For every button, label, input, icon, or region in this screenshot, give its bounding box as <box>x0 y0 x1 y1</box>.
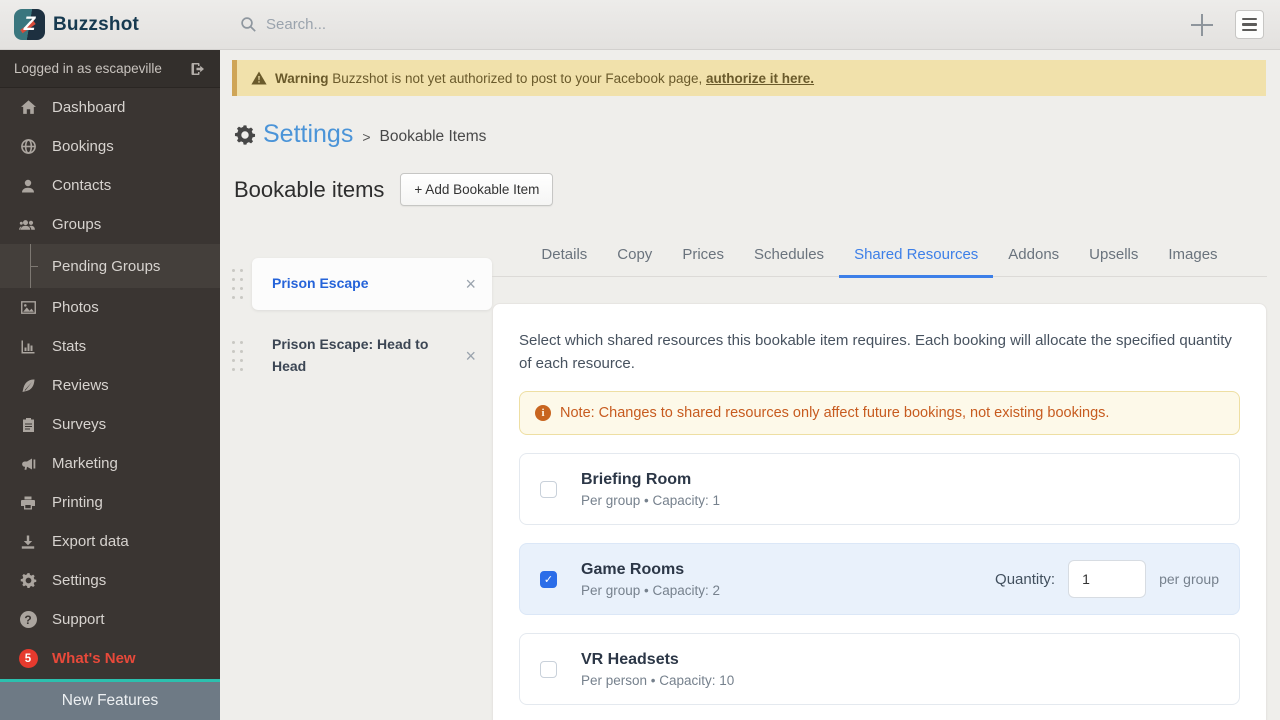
detail-column: Details Copy Prices Schedules Shared Res… <box>492 208 1267 720</box>
bookable-item-list: Prison Escape Prison Escape: Head to Hea… <box>220 208 492 401</box>
panel-intro-text: Select which shared resources this booka… <box>519 332 1232 372</box>
quantity-input[interactable] <box>1068 560 1147 598</box>
heading-row: Bookable items + Add Bookable Item <box>234 173 1280 206</box>
brand[interactable]: Z Buzzshot <box>0 9 220 40</box>
hamburger-menu-button[interactable] <box>1235 10 1264 39</box>
tab-details[interactable]: Details <box>526 246 602 276</box>
breadcrumb-settings-link[interactable]: Settings <box>263 120 353 149</box>
resource-info: Game Rooms Per group • Capacity: 2 <box>581 560 721 598</box>
sidebar-item-bookings[interactable]: Bookings <box>0 127 220 166</box>
tab-schedules[interactable]: Schedules <box>739 246 839 276</box>
resource-info: Briefing Room Per group • Capacity: 1 <box>581 470 721 508</box>
tree-tick <box>30 266 38 267</box>
page: Z Buzzshot Logged in as escapeville <box>0 0 1280 720</box>
people-icon <box>19 217 37 233</box>
sidebar-item-support[interactable]: Support <box>0 600 220 639</box>
tab-shared-resources[interactable]: Shared Resources <box>839 246 994 278</box>
count-badge: 5 <box>18 649 38 668</box>
vr-headsets-checkbox[interactable] <box>540 660 557 678</box>
delete-item-icon[interactable] <box>463 273 478 295</box>
note-text: Note: Changes to shared resources only a… <box>560 405 1110 421</box>
note-box: Note: Changes to shared resources only a… <box>519 391 1240 435</box>
logout-icon[interactable] <box>190 61 206 77</box>
game-rooms-checkbox[interactable] <box>540 570 557 588</box>
bar-chart-icon <box>19 339 37 355</box>
sidebar-item-groups[interactable]: Groups <box>0 205 220 244</box>
list-item: Prison Escape <box>232 258 492 310</box>
warning-icon <box>251 71 267 85</box>
info-icon <box>535 405 551 421</box>
search-icon <box>240 16 257 33</box>
sidebar-item-whats-new[interactable]: 5 What's New <box>0 639 220 678</box>
drag-handle-icon[interactable] <box>232 258 246 310</box>
sidebar-item-export-data[interactable]: Export data <box>0 522 220 561</box>
download-icon <box>19 534 37 550</box>
quantity-controls: Quantity: per group <box>995 560 1219 598</box>
sidebar-nav: Dashboard Bookings Contacts Groups Pendi… <box>0 88 220 679</box>
new-features-button[interactable]: New Features <box>0 682 220 720</box>
breadcrumb-separator: > <box>362 128 371 145</box>
resource-row-vr-headsets: VR Headsets Per person • Capacity: 10 <box>519 633 1240 705</box>
sidebar-item-settings[interactable]: Settings <box>0 561 220 600</box>
top-bar: Z Buzzshot <box>0 0 1280 50</box>
delete-item-icon[interactable] <box>463 345 478 367</box>
warning-text: Warning Buzzshot is not yet authorized t… <box>275 70 815 86</box>
bookable-item-prison-escape-head-to-head[interactable]: Prison Escape: Head to Head <box>252 324 492 387</box>
logged-in-text: Logged in as escapeville <box>14 61 162 76</box>
content-columns: Prison Escape Prison Escape: Head to Hea… <box>220 208 1280 720</box>
resource-info: VR Headsets Per person • Capacity: 10 <box>581 650 735 688</box>
authorize-link[interactable]: authorize it here. <box>706 71 814 86</box>
person-icon <box>19 178 37 194</box>
briefing-room-checkbox[interactable] <box>540 480 557 498</box>
add-bookable-item-button[interactable]: + Add Bookable Item <box>400 173 554 206</box>
tab-bar: Details Copy Prices Schedules Shared Res… <box>492 208 1267 278</box>
globe-icon <box>19 138 37 155</box>
sidebar-item-stats[interactable]: Stats <box>0 327 220 366</box>
photo-icon <box>19 300 37 315</box>
question-circle-icon <box>19 611 37 628</box>
warning-banner: Warning Buzzshot is not yet authorized t… <box>232 60 1266 96</box>
breadcrumb: Settings > Bookable Items <box>234 120 1280 149</box>
tab-addons[interactable]: Addons <box>993 246 1074 276</box>
resource-row-game-rooms: Game Rooms Per group • Capacity: 2 Quant… <box>519 543 1240 615</box>
page-title: Bookable items <box>234 176 385 202</box>
gear-icon <box>19 572 37 589</box>
resource-row-briefing-room: Briefing Room Per group • Capacity: 1 <box>519 453 1240 525</box>
quantity-label: Quantity: <box>995 570 1056 588</box>
sidebar-item-contacts[interactable]: Contacts <box>0 166 220 205</box>
sidebar-item-reviews[interactable]: Reviews <box>0 366 220 405</box>
megaphone-icon <box>19 456 37 472</box>
sidebar-item-pending-groups[interactable]: Pending Groups <box>0 244 220 288</box>
tab-prices[interactable]: Prices <box>667 246 739 276</box>
search-bar[interactable] <box>240 16 1191 33</box>
tab-copy[interactable]: Copy <box>602 246 667 276</box>
drag-handle-icon[interactable] <box>232 324 246 387</box>
list-item: Prison Escape: Head to Head <box>232 324 492 387</box>
sidebar-item-surveys[interactable]: Surveys <box>0 405 220 444</box>
settings-gear-icon <box>234 124 256 146</box>
home-icon <box>19 99 37 116</box>
sidebar-item-printing[interactable]: Printing <box>0 483 220 522</box>
add-icon[interactable] <box>1191 13 1213 36</box>
sidebar-item-photos[interactable]: Photos <box>0 288 220 327</box>
printer-icon <box>19 495 37 511</box>
quantity-unit: per group <box>1159 571 1219 587</box>
shared-resources-panel: Select which shared resources this booka… <box>492 303 1267 720</box>
sidebar: Logged in as escapeville Dashboard Booki… <box>0 50 220 720</box>
buzzshot-logo-icon: Z <box>14 9 45 40</box>
tab-images[interactable]: Images <box>1153 246 1232 276</box>
search-input[interactable] <box>266 16 566 33</box>
feather-icon <box>19 378 37 394</box>
clipboard-icon <box>19 417 37 433</box>
sidebar-item-marketing[interactable]: Marketing <box>0 444 220 483</box>
breadcrumb-current-page: Bookable Items <box>379 127 487 145</box>
brand-name: Buzzshot <box>53 13 140 35</box>
logged-in-bar: Logged in as escapeville <box>0 50 220 88</box>
bookable-item-prison-escape[interactable]: Prison Escape <box>252 258 492 310</box>
sidebar-item-dashboard[interactable]: Dashboard <box>0 88 220 127</box>
main-content: Warning Buzzshot is not yet authorized t… <box>220 50 1280 720</box>
tab-upsells[interactable]: Upsells <box>1074 246 1153 276</box>
topbar-actions <box>1191 10 1280 39</box>
